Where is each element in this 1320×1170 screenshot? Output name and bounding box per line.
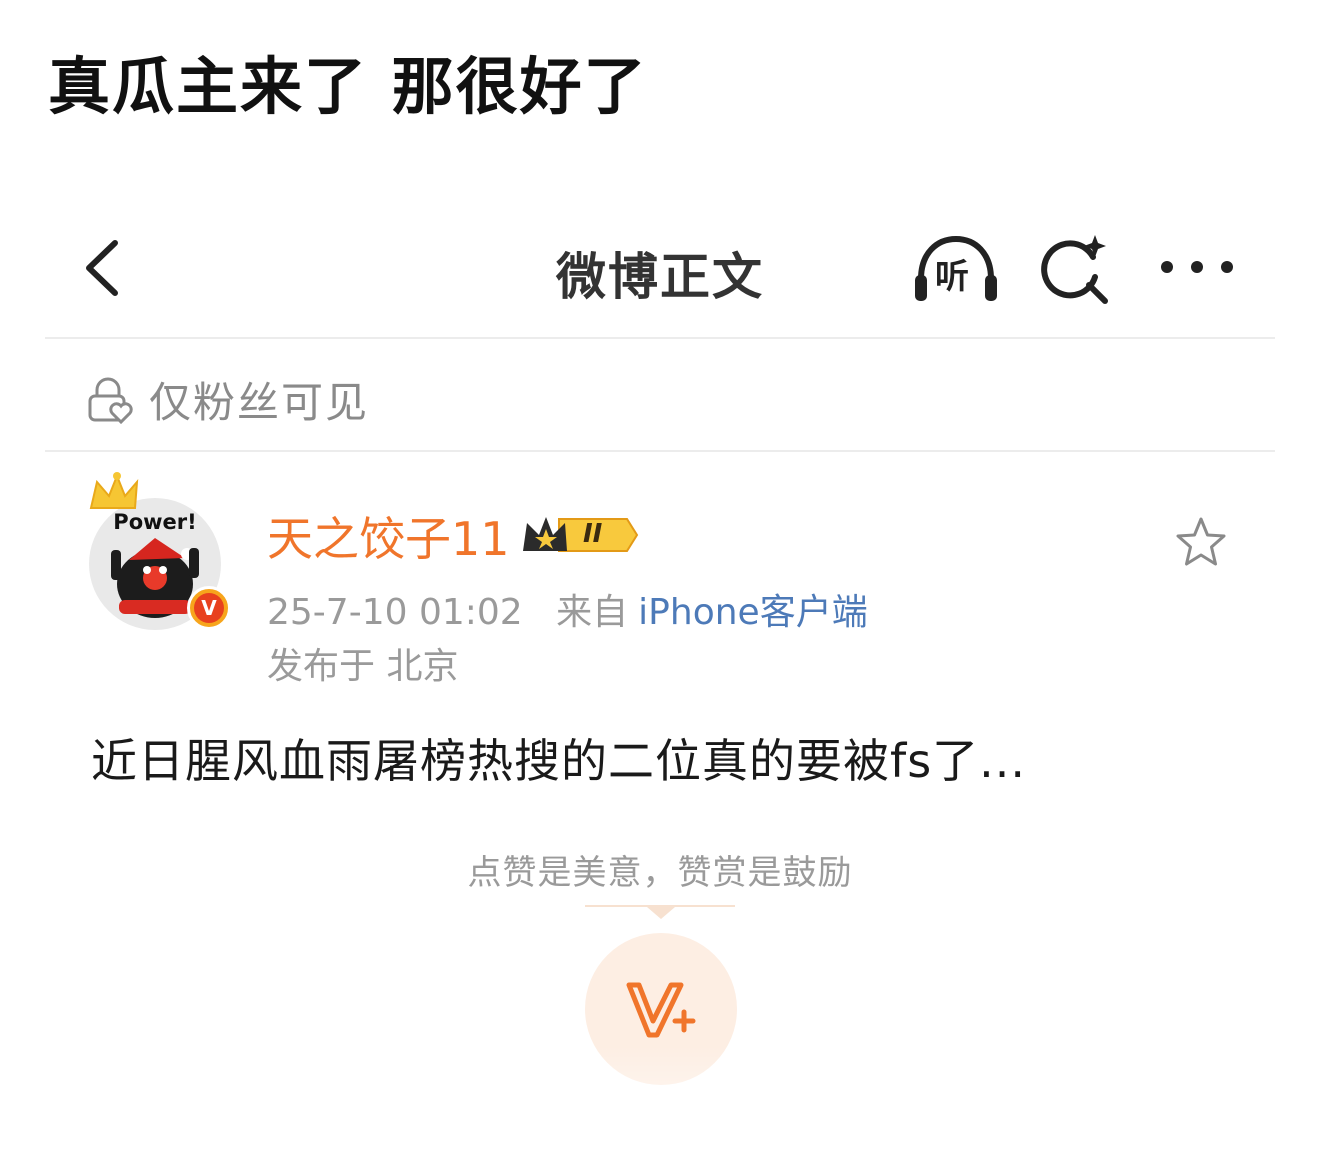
visibility-divider: [45, 450, 1275, 452]
reward-button[interactable]: [585, 933, 737, 1085]
crown-icon: [89, 472, 139, 509]
visibility-notice: 仅粉丝可见: [85, 371, 369, 427]
visibility-text: 仅粉丝可见: [149, 377, 370, 427]
more-dots-icon: [1161, 261, 1233, 273]
post-location: 发布于 北京: [267, 646, 459, 687]
post-time: 25-7-10 01:02: [267, 592, 523, 633]
lock-heart-icon: [88, 377, 133, 424]
reward-hint: 点赞是美意，赞赏是鼓励: [467, 853, 853, 893]
verified-mark: V: [194, 593, 224, 623]
caption-text: 真瓜主来了 那很好了: [48, 50, 648, 123]
more-button[interactable]: [1157, 245, 1237, 289]
post-text: 近日腥风血雨屠榜热搜的二位真的要被fs了...: [91, 734, 1027, 788]
member-level: II: [583, 519, 603, 549]
member-level-badge[interactable]: II: [519, 513, 639, 557]
weibo-post-card: 微博正文 听 仅粉丝可见 Power! V 天之饺子11 II 25-7-10 …: [45, 185, 1275, 1170]
post-source-prefix: 来自: [556, 592, 629, 633]
header-divider: [45, 337, 1275, 339]
ai-search-icon: [1041, 235, 1108, 304]
member-crown-icon: [523, 517, 639, 552]
listen-button[interactable]: 听: [913, 233, 999, 305]
post-source-link[interactable]: iPhone客户端: [638, 592, 868, 633]
author-avatar[interactable]: Power! V: [83, 470, 243, 640]
author-name[interactable]: 天之饺子11: [267, 503, 510, 569]
v-plus-icon: [626, 982, 696, 1038]
top-nav-bar: 微博正文 听: [45, 185, 1275, 337]
verified-badge-icon: V: [187, 586, 231, 630]
reward-hint-arrow: [647, 907, 675, 919]
star-icon: [1176, 517, 1226, 566]
ai-search-button[interactable]: [1039, 233, 1113, 307]
favorite-button[interactable]: [1173, 515, 1229, 571]
listen-label: 听: [935, 257, 969, 297]
post-meta: 25-7-10 01:02 来自 iPhone客户端: [267, 583, 868, 635]
